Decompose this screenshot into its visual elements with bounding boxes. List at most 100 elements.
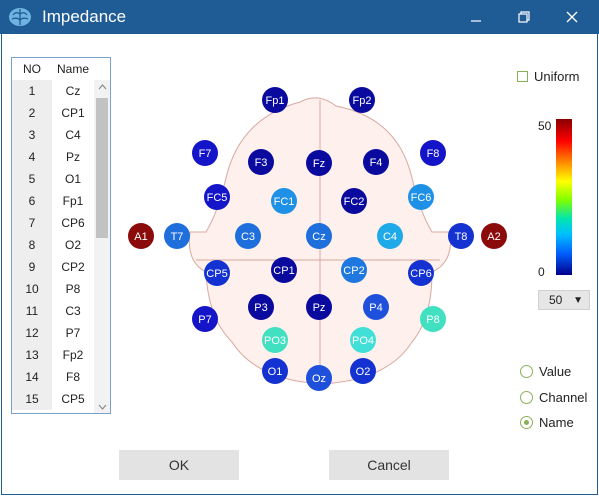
electrode-label: P3: [254, 302, 267, 314]
row-name: O2: [64, 238, 81, 252]
table-header: NO Name: [12, 58, 110, 80]
electrode-fc6[interactable]: FC6: [408, 184, 434, 210]
dropdown-arrow-icon: ▼: [573, 294, 583, 306]
electrode-label: CP1: [273, 265, 294, 277]
electrode-cp5[interactable]: CP5: [204, 260, 230, 286]
electrode-fp1[interactable]: Fp1: [262, 87, 288, 113]
restore-icon: [518, 11, 530, 23]
close-button[interactable]: [549, 0, 595, 34]
electrode-fc5[interactable]: FC5: [204, 184, 230, 210]
row-no: 5: [12, 168, 52, 190]
cancel-button[interactable]: Cancel: [329, 450, 449, 480]
brain-icon: [9, 8, 31, 26]
electrode-fp2[interactable]: Fp2: [349, 87, 375, 113]
row-no: 8: [12, 234, 52, 256]
electrode-a2[interactable]: A2: [481, 223, 507, 249]
restore-button[interactable]: [501, 0, 547, 34]
electrode-p3[interactable]: P3: [248, 294, 274, 320]
radio-circle[interactable]: [520, 365, 533, 378]
electrode-cz[interactable]: Cz: [306, 223, 332, 249]
electrode-label: Pz: [313, 302, 326, 314]
electrode-fz[interactable]: Fz: [306, 150, 332, 176]
electrode-label: T8: [455, 231, 468, 243]
electrode-f7[interactable]: F7: [192, 140, 218, 166]
electrode-cp2[interactable]: CP2: [341, 257, 367, 283]
electrode-label: A1: [134, 231, 147, 243]
row-no: 4: [12, 146, 52, 168]
electrode-p8[interactable]: P8: [420, 306, 446, 332]
electrode-label: C4: [383, 231, 397, 243]
electrode-oz[interactable]: Oz: [306, 365, 332, 391]
radio-circle[interactable]: [520, 391, 533, 404]
row-name: C3: [65, 304, 81, 318]
electrode-label: O2: [356, 366, 371, 378]
electrode-label: CP6: [410, 268, 431, 280]
row-no: 9: [12, 256, 52, 278]
electrode-label: CP5: [206, 268, 227, 280]
scroll-down-arrow-icon[interactable]: [94, 400, 110, 413]
electrode-label: F7: [199, 148, 212, 160]
row-name: Cz: [65, 84, 81, 98]
electrode-po3[interactable]: PO3: [262, 327, 288, 353]
electrode-cp1[interactable]: CP1: [271, 257, 297, 283]
ok-button[interactable]: OK: [119, 450, 239, 480]
uniform-checkbox[interactable]: Uniform: [517, 69, 580, 84]
row-name: O1: [64, 172, 81, 186]
electrode-label: P7: [198, 314, 211, 326]
table-scrollbar[interactable]: [94, 80, 110, 413]
electrode-pz[interactable]: Pz: [306, 294, 332, 320]
electrode-p4[interactable]: P4: [363, 294, 389, 320]
electrode-label: FC1: [274, 196, 295, 208]
electrode-label: PO4: [352, 335, 374, 347]
electrode-f4[interactable]: F4: [363, 149, 389, 175]
electrode-cp6[interactable]: CP6: [408, 260, 434, 286]
row-no: 3: [12, 124, 52, 146]
electrode-label: A2: [487, 231, 500, 243]
electrode-label: Oz: [312, 373, 326, 385]
row-no: 11: [12, 300, 52, 322]
electrode-o1[interactable]: O1: [262, 358, 288, 384]
row-name: CP2: [61, 260, 85, 274]
radio-circle-selected[interactable]: [520, 416, 533, 429]
checkbox-box[interactable]: [517, 71, 528, 82]
row-name: CP6: [61, 216, 85, 230]
radio-channel[interactable]: Channel: [520, 390, 587, 405]
electrode-label: FC2: [344, 196, 365, 208]
radio-name[interactable]: Name: [520, 415, 574, 430]
electrode-a1[interactable]: A1: [128, 223, 154, 249]
row-no: 6: [12, 190, 52, 212]
row-name: C4: [65, 128, 81, 142]
radio-value[interactable]: Value: [520, 364, 571, 379]
electrode-c4[interactable]: C4: [377, 223, 403, 249]
electrode-t7[interactable]: T7: [164, 223, 190, 249]
electrode-o2[interactable]: O2: [350, 358, 376, 384]
scrollbar-thumb[interactable]: [96, 98, 108, 238]
channel-table[interactable]: NO Name 1 Cz 2 CP1 3 C4 4 Pz 5 O1 6 Fp1 7 CP6 8…: [11, 57, 111, 414]
header-name: Name: [56, 62, 89, 76]
row-no: 2: [12, 102, 52, 124]
scroll-up-arrow-icon[interactable]: [94, 80, 110, 94]
electrode-f3[interactable]: F3: [248, 149, 274, 175]
minimize-button[interactable]: [453, 0, 499, 34]
electrode-label: PO3: [264, 335, 286, 347]
radio-label: Channel: [539, 390, 588, 405]
electrode-c3[interactable]: C3: [235, 223, 261, 249]
electrode-po4[interactable]: PO4: [350, 327, 376, 353]
header-no: NO: [23, 62, 41, 76]
title-bar: Impedance: [0, 0, 599, 34]
electrode-p7[interactable]: P7: [192, 306, 218, 332]
electrode-label: CP2: [343, 265, 364, 277]
electrode-label: F4: [370, 157, 383, 169]
row-no: 1: [12, 80, 52, 102]
row-name: Pz: [65, 150, 80, 164]
electrode-t8[interactable]: T8: [448, 223, 474, 249]
electrode-fc2[interactable]: FC2: [341, 188, 367, 214]
electrode-fc1[interactable]: FC1: [271, 188, 297, 214]
row-name: Fp2: [62, 348, 84, 362]
scale-max-select[interactable]: 50 ▼: [538, 290, 590, 310]
electrode-f8[interactable]: F8: [420, 140, 446, 166]
window-title: Impedance: [42, 7, 127, 26]
row-no: 14: [12, 366, 52, 388]
row-name: Fp1: [62, 194, 84, 208]
electrode-label: F3: [255, 157, 268, 169]
